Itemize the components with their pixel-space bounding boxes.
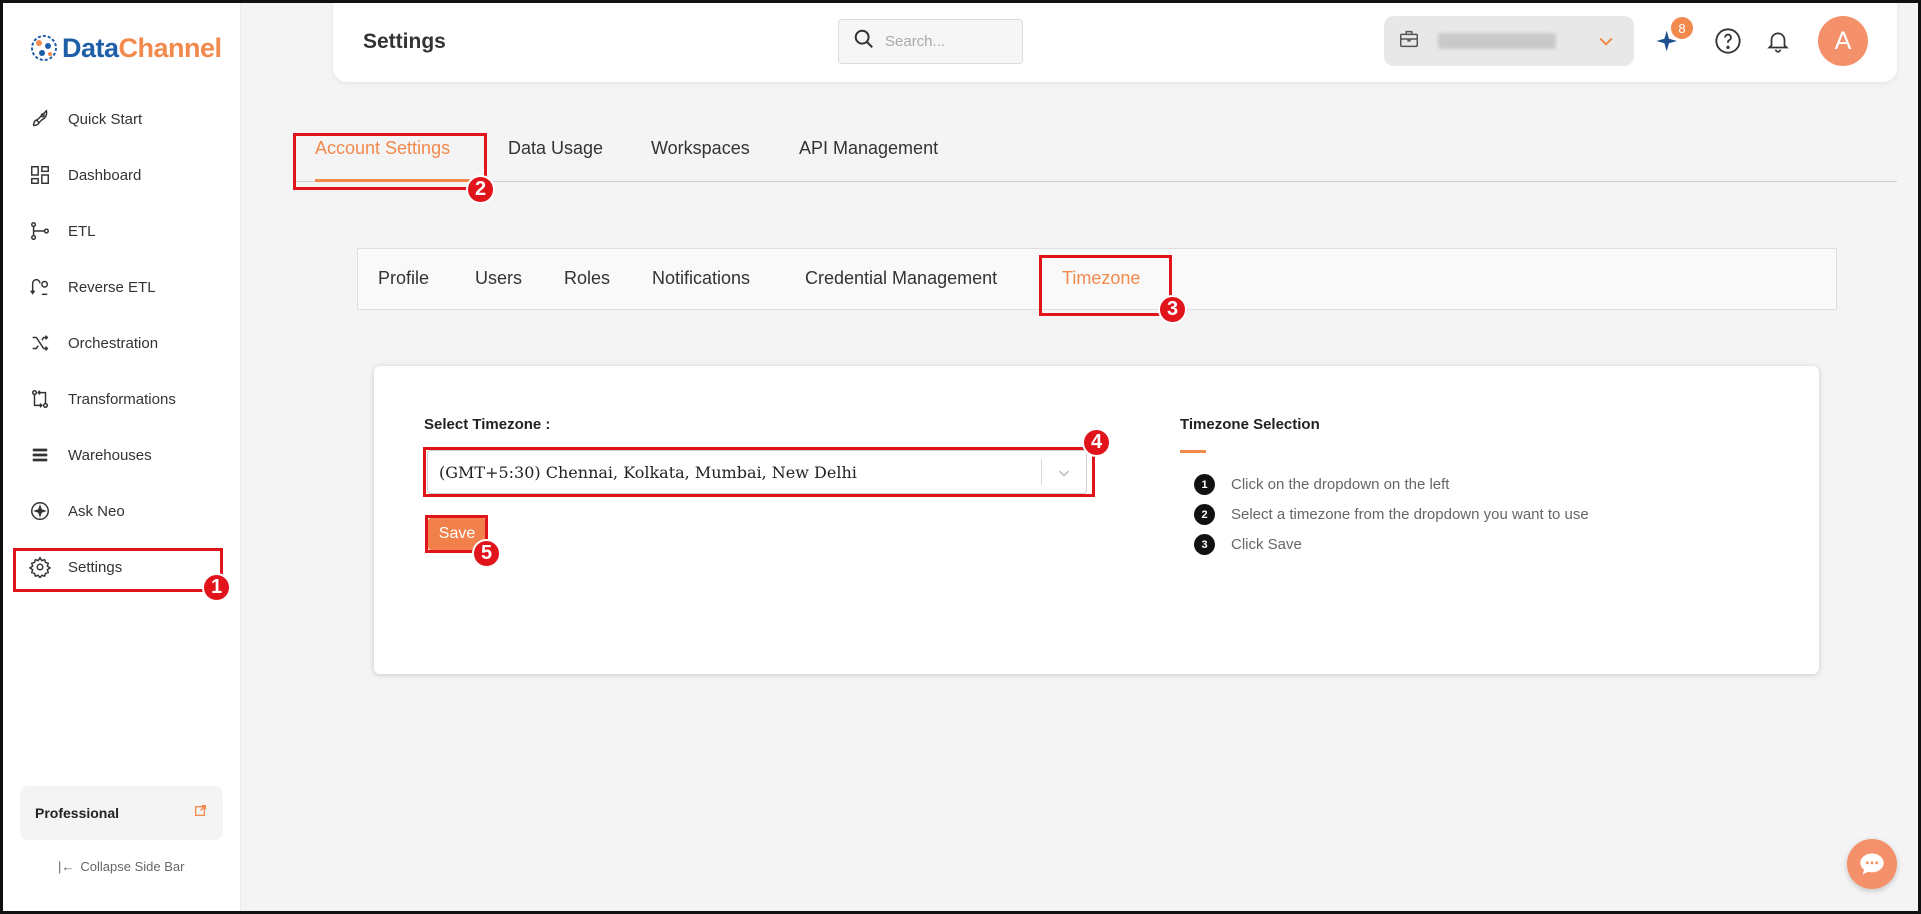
briefcase-icon [1398, 28, 1420, 55]
plan-label: Professional [35, 805, 120, 821]
sidebar-item-label: Settings [68, 558, 123, 576]
tab-notifications[interactable]: Notifications [652, 268, 750, 289]
tab-profile[interactable]: Profile [378, 268, 429, 289]
reverse-etl-icon [28, 275, 52, 299]
sidebar-item-label: Dashboard [68, 166, 142, 184]
tab-workspaces[interactable]: Workspaces [651, 138, 750, 182]
chat-button[interactable] [1847, 839, 1897, 889]
info-underline [1180, 450, 1206, 453]
topbar: Settings 8 A [333, 0, 1897, 82]
sidebar-item-label: Reverse ETL [68, 278, 156, 296]
annotation-marker: 3 [1158, 295, 1187, 324]
info-title: Timezone Selection [1180, 416, 1320, 433]
annotation-marker: 5 [472, 539, 501, 568]
step-number: 3 [1194, 534, 1215, 555]
timezone-card: Select Timezone : (GMT+5:30) Chennai, Ko… [374, 366, 1819, 674]
sidebar-item-warehouses[interactable]: Warehouses [14, 435, 221, 475]
search-icon [853, 28, 875, 55]
tab-account-settings[interactable]: Account Settings [315, 138, 470, 182]
sidebar-item-ask-neo[interactable]: Ask Neo [14, 491, 221, 531]
instruction-step: 2 Select a timezone from the dropdown yo… [1194, 504, 1589, 525]
logo[interactable]: DataChannel [28, 32, 222, 64]
page-title: Settings [363, 30, 446, 53]
search-box[interactable] [838, 19, 1023, 64]
chevron-down-icon[interactable] [1056, 465, 1072, 486]
annotation-marker: 4 [1082, 428, 1111, 457]
sidebar-item-label: Ask Neo [68, 502, 125, 520]
tab-data-usage[interactable]: Data Usage [508, 138, 603, 182]
chevron-down-icon [1596, 31, 1616, 56]
dashboard-icon [28, 163, 52, 187]
sidebar: DataChannel Quick Start Dashboard ETL Re… [0, 0, 241, 914]
transformations-icon [28, 387, 52, 411]
tab-roles[interactable]: Roles [564, 268, 610, 289]
sidebar-item-transformations[interactable]: Transformations [14, 379, 221, 419]
collapse-icon: |← [58, 859, 75, 874]
warehouses-icon [28, 443, 52, 467]
settings-subtabs: Profile Users Roles Notifications Creden… [357, 248, 1837, 310]
tab-credential-management[interactable]: Credential Management [805, 268, 997, 289]
workspace-name-blurred [1438, 33, 1556, 49]
chat-bubble-icon [1860, 853, 1884, 875]
sidebar-item-label: ETL [68, 222, 96, 240]
sidebar-item-label: Quick Start [68, 110, 143, 128]
timezone-select[interactable]: (GMT+5:30) Chennai, Kolkata, Mumbai, New… [427, 450, 1087, 494]
account-tabs: Account Settings Data Usage Workspaces A… [295, 130, 1897, 182]
sidebar-item-settings[interactable]: Settings [14, 547, 221, 587]
tab-api-management[interactable]: API Management [799, 138, 938, 182]
sidebar-item-reverse-etl[interactable]: Reverse ETL [14, 267, 221, 307]
step-number: 1 [1194, 474, 1215, 495]
instruction-step: 3 Click Save [1194, 534, 1302, 555]
collapse-label: Collapse Side Bar [80, 859, 185, 874]
annotation-marker: 1 [202, 573, 231, 602]
sidebar-item-label: Transformations [68, 390, 176, 408]
timezone-field-label: Select Timezone : [424, 416, 551, 433]
instruction-step: 1 Click on the dropdown on the left [1194, 474, 1449, 495]
step-text: Click on the dropdown on the left [1231, 476, 1450, 493]
plan-box[interactable]: Professional [20, 786, 223, 840]
search-input[interactable] [885, 33, 1005, 50]
notification-badge: 8 [1671, 17, 1693, 39]
step-text: Click Save [1231, 536, 1302, 553]
etl-icon [28, 219, 52, 243]
gear-icon [28, 555, 52, 579]
bell-icon[interactable] [1765, 27, 1791, 60]
sidebar-item-quick-start[interactable]: Quick Start [14, 99, 221, 139]
orchestration-icon [28, 331, 52, 355]
rocket-icon [28, 107, 52, 131]
sidebar-item-orchestration[interactable]: Orchestration [14, 323, 221, 363]
select-divider [1041, 459, 1042, 485]
sidebar-item-etl[interactable]: ETL [14, 211, 221, 251]
logo-text-channel: Channel [118, 32, 223, 63]
avatar[interactable]: A [1818, 16, 1868, 66]
external-link-icon[interactable] [194, 804, 207, 820]
collapse-sidebar-button[interactable]: |← Collapse Side Bar [58, 859, 184, 874]
logo-text-data: Data [62, 32, 119, 63]
help-icon[interactable] [1714, 27, 1742, 60]
timezone-selected-value: (GMT+5:30) Chennai, Kolkata, Mumbai, New… [439, 462, 857, 482]
sidebar-item-label: Orchestration [68, 334, 159, 352]
workspace-selector[interactable] [1384, 16, 1634, 66]
logo-mark-icon [31, 35, 57, 61]
step-number: 2 [1194, 504, 1215, 525]
annotation-marker: 2 [466, 175, 495, 204]
tab-timezone[interactable]: Timezone [1062, 268, 1140, 289]
sidebar-item-dashboard[interactable]: Dashboard [14, 155, 221, 195]
tab-users[interactable]: Users [475, 268, 522, 289]
step-text: Select a timezone from the dropdown you … [1231, 506, 1589, 523]
ask-neo-icon [28, 499, 52, 523]
sidebar-item-label: Warehouses [68, 446, 152, 464]
